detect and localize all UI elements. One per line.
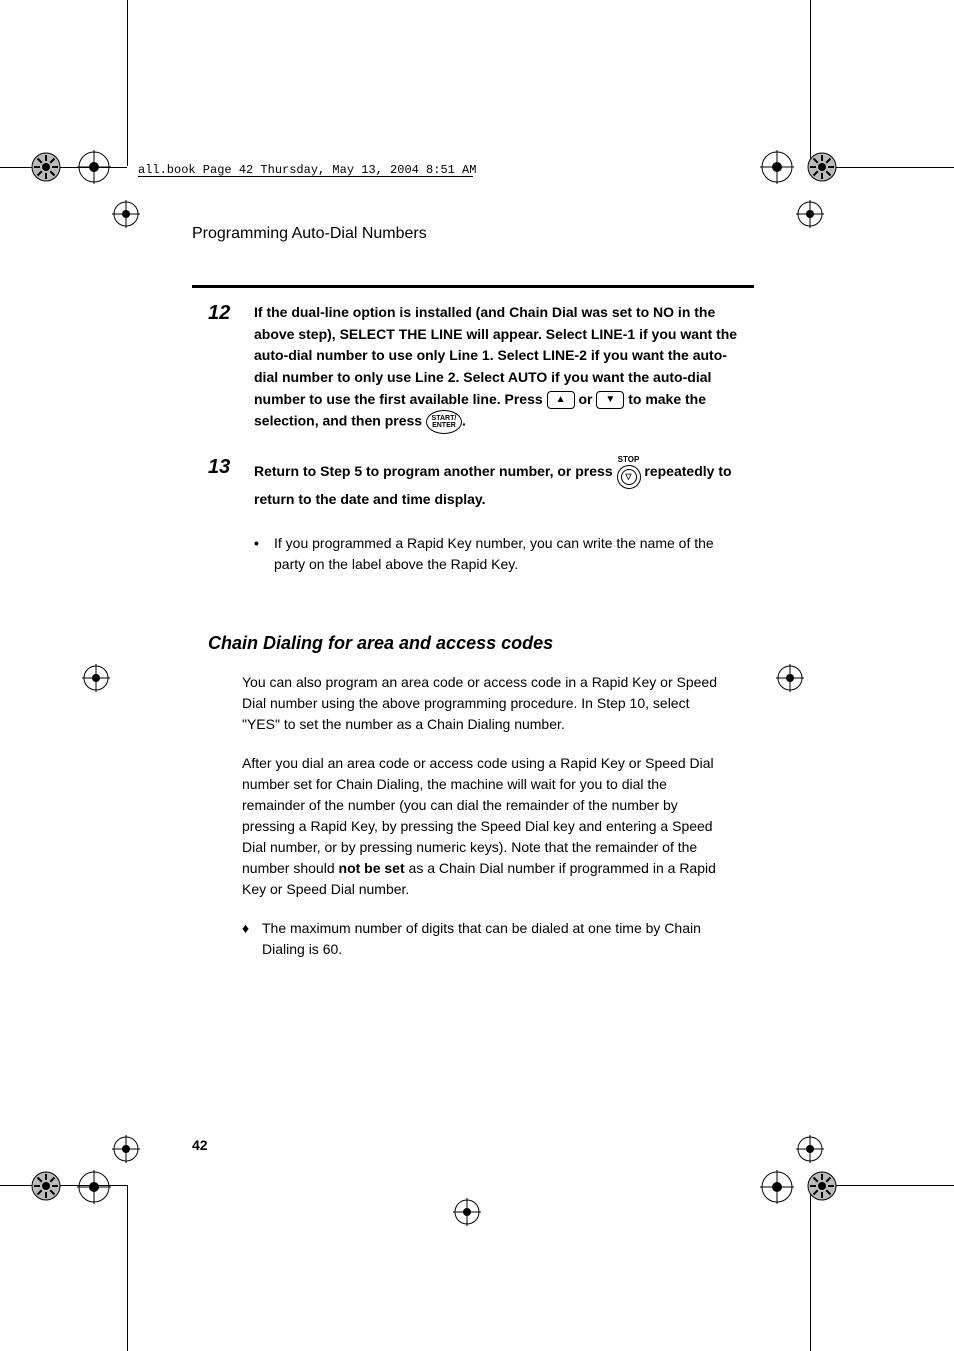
registration-mark-icon xyxy=(77,1170,111,1204)
step-12-or: or xyxy=(578,391,596,407)
start-enter-key-icon: START/ENTER xyxy=(426,410,462,434)
para2-bold: not be set xyxy=(339,860,405,876)
step-number: 12 xyxy=(208,302,254,324)
bullet-dot-icon: • xyxy=(254,533,274,575)
step-13: 13 Return to Step 5 to program another n… xyxy=(208,456,738,511)
chain-dialing-heading: Chain Dialing for area and access codes xyxy=(208,633,738,654)
chain-dialing-bullet-text: The maximum number of digits that can be… xyxy=(262,918,730,960)
book-header: all.book Page 42 Thursday, May 13, 2004 … xyxy=(138,163,488,177)
step-12: 12 If the dual-line option is installed … xyxy=(208,302,738,434)
para2-a: After you dial an area code or access co… xyxy=(242,755,714,876)
up-arrow-key-icon xyxy=(547,391,575,409)
chain-dialing-bullet: ♦ The maximum number of digits that can … xyxy=(242,918,730,960)
step-12-body: If the dual-line option is installed (an… xyxy=(254,302,738,434)
step-13-sub-bullet: • If you programmed a Rapid Key number, … xyxy=(254,533,738,575)
corner-gear-icon xyxy=(30,1170,62,1202)
registration-mark-icon xyxy=(796,1135,824,1163)
registration-mark-icon xyxy=(82,664,110,692)
step-13-body: Return to Step 5 to program another numb… xyxy=(254,456,738,511)
corner-gear-icon xyxy=(806,151,838,183)
registration-mark-icon xyxy=(776,664,804,692)
registration-mark-icon xyxy=(760,150,794,184)
registration-mark-icon xyxy=(112,1135,140,1163)
section-rule xyxy=(192,285,754,288)
step-number: 13 xyxy=(208,456,254,478)
down-arrow-key-icon xyxy=(596,391,624,409)
book-header-text: all.book Page 42 Thursday, May 13, 2004 … xyxy=(138,163,476,177)
step-13-text-a: Return to Step 5 to program another numb… xyxy=(254,464,617,480)
step-12-period: . xyxy=(462,413,466,429)
corner-gear-icon xyxy=(806,1170,838,1202)
section-title: Programming Auto-Dial Numbers xyxy=(192,225,427,243)
corner-gear-icon xyxy=(30,151,62,183)
registration-mark-icon xyxy=(77,150,111,184)
registration-mark-icon xyxy=(796,200,824,228)
registration-mark-icon xyxy=(112,200,140,228)
step-13-sub-text: If you programmed a Rapid Key number, yo… xyxy=(274,533,738,575)
registration-mark-icon xyxy=(760,1170,794,1204)
chain-dialing-para-2: After you dial an area code or access co… xyxy=(242,753,730,900)
stop-key-icon: STOP ▽ xyxy=(617,456,641,489)
registration-mark-icon xyxy=(453,1198,481,1226)
chain-dialing-para-1: You can also program an area code or acc… xyxy=(242,672,730,735)
page-number: 42 xyxy=(192,1137,208,1153)
bullet-diamond-icon: ♦ xyxy=(242,918,262,960)
